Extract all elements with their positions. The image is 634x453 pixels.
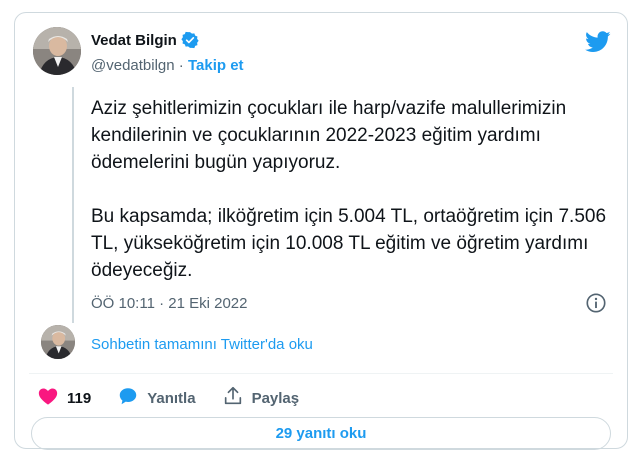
author-avatar[interactable] xyxy=(33,27,81,75)
author-handle-line: @vedatbilgn · Takip et xyxy=(91,57,244,74)
action-bar: 119 Yanıtla Paylaş xyxy=(37,385,325,411)
tweet-paragraph: Aziz şehitlerimizin çocukları ile harp/v… xyxy=(91,98,567,173)
share-button[interactable]: Paylaş xyxy=(222,385,300,411)
author-name[interactable]: Vedat Bilgin xyxy=(91,31,199,49)
tweet-paragraph: Bu kapsamda; ilköğretim için 5.004 TL, o… xyxy=(91,206,607,281)
share-label: Paylaş xyxy=(251,389,300,407)
share-upload-icon xyxy=(222,385,244,411)
tweet-card: Vedat Bilgin @vedatbilgn · Takip et Aziz… xyxy=(14,12,628,450)
reply-label: Yanıtla xyxy=(147,389,196,407)
thread-line xyxy=(72,87,74,323)
divider xyxy=(29,373,613,374)
reply-avatar[interactable] xyxy=(41,325,75,359)
follow-button[interactable]: Takip et xyxy=(188,57,244,74)
verified-badge-icon xyxy=(181,31,199,49)
heart-icon xyxy=(37,385,59,411)
tweet-text: Aziz şehitlerimizin çocukları ile harp/v… xyxy=(91,95,611,284)
info-icon[interactable] xyxy=(585,292,607,314)
author-name-text[interactable]: Vedat Bilgin xyxy=(91,32,177,49)
like-count: 119 xyxy=(67,389,92,407)
reply-button[interactable]: Yanıtla xyxy=(117,385,196,411)
handle-separator: · xyxy=(178,57,184,74)
like-button[interactable]: 119 xyxy=(37,385,91,411)
tweet-timestamp[interactable]: ÖÖ 10:11 · 21 Eki 2022 xyxy=(91,295,247,312)
read-conversation-link[interactable]: Sohbetin tamamını Twitter'da oku xyxy=(91,336,313,353)
read-replies-button[interactable]: 29 yanıtı oku xyxy=(31,417,611,450)
read-replies-label: 29 yanıtı oku xyxy=(275,425,367,442)
twitter-bird-icon[interactable] xyxy=(585,31,611,53)
speech-bubble-icon xyxy=(117,385,139,411)
author-handle[interactable]: @vedatbilgn xyxy=(91,57,175,74)
